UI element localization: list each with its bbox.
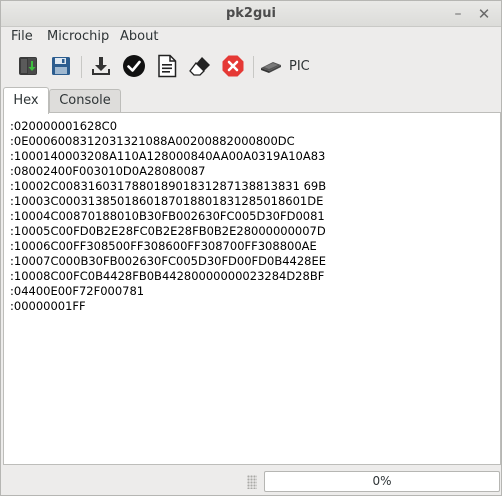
- download-icon: [92, 57, 110, 75]
- menu-bar: File Microchip About: [1, 27, 501, 47]
- minimize-button[interactable]: –: [449, 5, 467, 23]
- save-floppy-icon: [52, 57, 70, 75]
- hex-line: :10002C008316031788018901831287138813831…: [10, 179, 327, 193]
- hex-line: :04400E00F72F000781: [10, 284, 145, 298]
- stop-button[interactable]: [220, 53, 246, 79]
- toolbar: PIC: [1, 48, 501, 86]
- hex-line: :10008C00FC0B4428FB0B44280000000023284D2…: [10, 269, 325, 283]
- hex-line: :10007C000B30FB002630FC005D30FD00FD0B442…: [10, 254, 327, 268]
- open-book-icon: [19, 57, 37, 75]
- toolbar-separator: [81, 56, 82, 78]
- menu-microchip[interactable]: Microchip: [47, 29, 109, 44]
- progress-bar: 0%: [264, 471, 500, 492]
- hex-line: :10003C000313850186018701880183128501860…: [10, 194, 324, 208]
- device-label: PIC: [289, 58, 310, 74]
- eraser-icon: [189, 57, 210, 76]
- hex-line: :10004C00870188010B30FB002630FC005D30FD0…: [10, 209, 325, 223]
- hex-line: :1000140003208A110A128000840AA00A0319A10…: [10, 149, 326, 163]
- stop-error-icon: [222, 55, 244, 77]
- save-button[interactable]: [48, 53, 74, 79]
- tab-hex[interactable]: Hex: [3, 87, 49, 114]
- hex-line: :10006C00FF308500FF308600FF308700FF30880…: [10, 239, 317, 253]
- open-button[interactable]: [15, 53, 41, 79]
- device-select-button[interactable]: PIC: [259, 53, 310, 79]
- close-button[interactable]: ✕: [475, 5, 493, 23]
- chip-programmer-icon: [261, 62, 281, 73]
- hex-line: :00000001FF: [10, 299, 86, 313]
- title-bar[interactable]: pk2gui – ✕: [1, 1, 501, 27]
- toolbar-separator: [253, 56, 254, 78]
- app-window: pk2gui – ✕ File Microchip About PIC Hex …: [0, 0, 502, 496]
- status-bar: 0%: [1, 467, 501, 495]
- hex-listing: :020000001628C0 :0E0006008312031321088A0…: [10, 119, 326, 314]
- write-button[interactable]: [154, 53, 180, 79]
- read-button[interactable]: [88, 53, 114, 79]
- verify-button[interactable]: [121, 53, 147, 79]
- document-icon: [158, 54, 177, 78]
- window-title: pk2gui: [225, 6, 276, 21]
- verify-check-icon: [123, 55, 145, 77]
- tab-bar: Hex Console: [1, 87, 501, 114]
- hex-line: :10005C00FD0B2E28FC0B2E28FB0B2E280000000…: [10, 224, 326, 238]
- menu-about[interactable]: About: [120, 29, 158, 44]
- progress-text: 0%: [372, 474, 392, 488]
- menu-file[interactable]: File: [11, 29, 33, 44]
- erase-button[interactable]: [187, 53, 213, 79]
- hex-view[interactable]: :020000001628C0 :0E0006008312031321088A0…: [3, 112, 501, 465]
- hex-line: :08002400F003010D0A28080087: [10, 164, 206, 178]
- resize-grip[interactable]: [247, 475, 257, 489]
- hex-line: :0E0006008312031321088A00200882000800DC: [10, 134, 295, 148]
- hex-line: :020000001628C0: [10, 119, 118, 133]
- tab-console[interactable]: Console: [49, 89, 121, 113]
